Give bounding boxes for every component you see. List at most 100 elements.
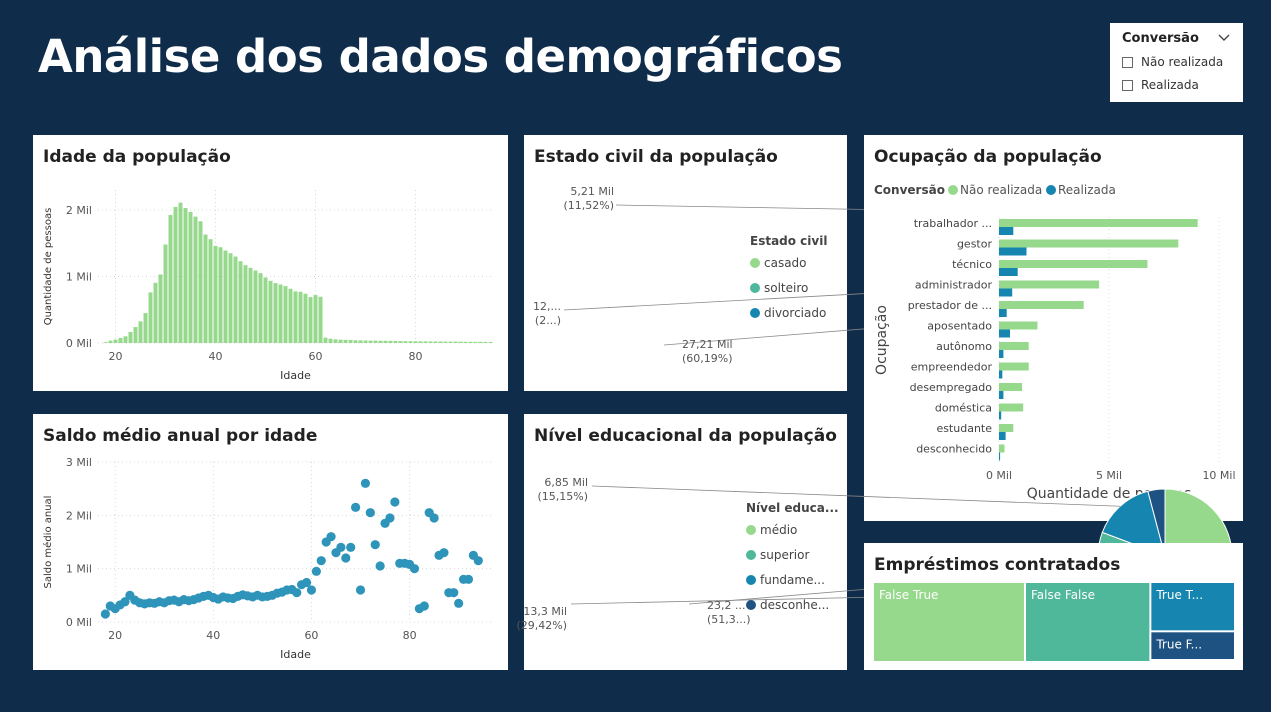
histogram-bar — [383, 340, 388, 343]
scatter-point — [463, 574, 474, 584]
slicer-option-label: Não realizada — [1141, 55, 1224, 69]
y-tick-label: 2 Mil — [66, 509, 92, 522]
slicer-title: Conversão — [1122, 31, 1199, 46]
legend-marker — [948, 185, 958, 195]
histogram-bar — [403, 341, 408, 343]
histogram-bar — [228, 253, 233, 343]
scatter-point — [100, 609, 110, 619]
histogram-bar — [173, 206, 178, 343]
legend-marker — [746, 525, 756, 535]
x-tick-label: 40 — [206, 629, 220, 642]
data-label-pct: (11,52%) — [563, 199, 614, 212]
histogram-bar — [278, 284, 283, 343]
scatter-point — [336, 542, 346, 552]
legend-title: Nível educa... — [746, 501, 839, 515]
bar-nao-realizada — [999, 403, 1024, 412]
checkbox-realizada[interactable] — [1122, 79, 1133, 91]
histogram-bar — [443, 341, 448, 343]
education-pie-chart: 23,2 ...(51,3...)13,3 Mil(29,42%)6,85 Mi… — [516, 476, 1233, 632]
category-label: estudante — [936, 422, 992, 435]
x-tick-label: 40 — [209, 350, 223, 363]
bar-nao-realizada — [999, 239, 1179, 248]
histogram-bar — [168, 214, 173, 343]
scatter-point — [375, 561, 385, 571]
category-label: prestador de ... — [908, 299, 992, 312]
histogram-bar — [488, 341, 493, 343]
histogram-bar — [198, 221, 203, 343]
legend-label: desconhe... — [760, 598, 829, 612]
legend-label: médio — [760, 523, 797, 537]
y-tick-label: 0 Mil — [66, 616, 92, 629]
histogram-bar — [408, 341, 413, 343]
bar-nao-realizada — [999, 362, 1029, 371]
scatter-point — [385, 513, 395, 523]
legend-marker — [746, 550, 756, 560]
legend-title: Conversão — [874, 183, 945, 197]
scatter-point — [292, 588, 302, 598]
x-tick-label: 80 — [403, 629, 417, 642]
bar-realizada — [999, 309, 1007, 317]
treemap-label: True F... — [1155, 637, 1202, 651]
histogram-bar — [353, 340, 358, 343]
histogram-bar — [338, 339, 343, 343]
histogram-bar — [483, 341, 488, 343]
y-tick-label: 3 Mil — [66, 456, 92, 469]
checkbox-nao-realizada[interactable] — [1122, 56, 1133, 68]
histogram-bar — [378, 340, 383, 343]
bar-realizada — [999, 391, 1004, 399]
scatter-point — [419, 601, 429, 611]
x-tick-label: 0 Mil — [986, 469, 1012, 482]
balance-scatter-card: Saldo médio anual por idade 0 Mil 1 Mil 2 … — [33, 414, 508, 670]
histogram-bar — [398, 341, 403, 343]
slicer-option-realizada[interactable]: Realizada — [1122, 78, 1199, 92]
data-label-pct: (2...) — [535, 314, 561, 327]
x-tick-label: 20 — [109, 350, 123, 363]
data-label-pct: (60,19%) — [682, 352, 733, 365]
x-tick-label: 20 — [108, 629, 122, 642]
chevron-down-icon[interactable] — [1217, 31, 1231, 45]
bar-realizada — [999, 329, 1010, 338]
histogram-bar — [318, 296, 323, 343]
scatter-point — [346, 542, 356, 552]
histogram-bar — [203, 234, 208, 343]
histogram-bar — [298, 291, 303, 343]
histogram-bar — [188, 211, 193, 343]
histogram-bar — [438, 341, 443, 343]
y-tick-label: 1 Mil — [66, 270, 92, 283]
x-axis-label: Idade — [280, 648, 311, 661]
histogram-bar — [453, 341, 458, 343]
x-tick-label: 60 — [309, 350, 323, 363]
histogram-bar — [238, 261, 243, 343]
age-histogram-card: Idade da população 0 Mil 1 Mil 2 Mil 20 40 60… — [33, 135, 508, 391]
histogram-bar — [103, 342, 108, 343]
histogram-bar — [118, 337, 123, 343]
scatter-point — [311, 566, 321, 576]
data-label: 27,21 Mil — [682, 338, 733, 351]
histogram-bar — [368, 340, 373, 343]
marital-status-pie-chart: 27,21 Mil(60,19%) 12,...(2...) 5,21 Mil(11… — [533, 185, 1235, 365]
histogram-bar — [478, 341, 483, 343]
loans-card: Empréstimos contratados False True False … — [864, 543, 1243, 670]
histogram-bar — [428, 341, 433, 343]
scatter-point — [341, 553, 351, 563]
slicer-option-nao-realizada[interactable]: Não realizada — [1122, 55, 1223, 69]
histogram-bar — [248, 267, 253, 343]
legend-marker — [750, 283, 760, 293]
x-axis-label: Idade — [280, 369, 311, 382]
histogram-bar — [133, 327, 138, 343]
histogram-bar — [273, 283, 278, 343]
legend-label: superior — [760, 548, 809, 562]
data-label-pct: (51,3...) — [707, 613, 751, 626]
histogram-bar — [218, 247, 223, 343]
histogram-bar — [348, 340, 353, 343]
bar-nao-realizada — [999, 424, 1014, 432]
loans-treemap: False True False False True T... True F... — [874, 583, 1234, 661]
data-label: 6,85 Mil — [544, 476, 588, 489]
category-label: desempregado — [910, 381, 993, 394]
histogram-bar — [463, 341, 468, 343]
legend-marker — [746, 600, 756, 610]
conversion-slicer[interactable]: Conversão Não realizada Realizada — [1110, 23, 1243, 102]
histogram-bar — [128, 332, 133, 343]
histogram-bar — [313, 295, 318, 343]
histogram-bar — [178, 202, 183, 343]
